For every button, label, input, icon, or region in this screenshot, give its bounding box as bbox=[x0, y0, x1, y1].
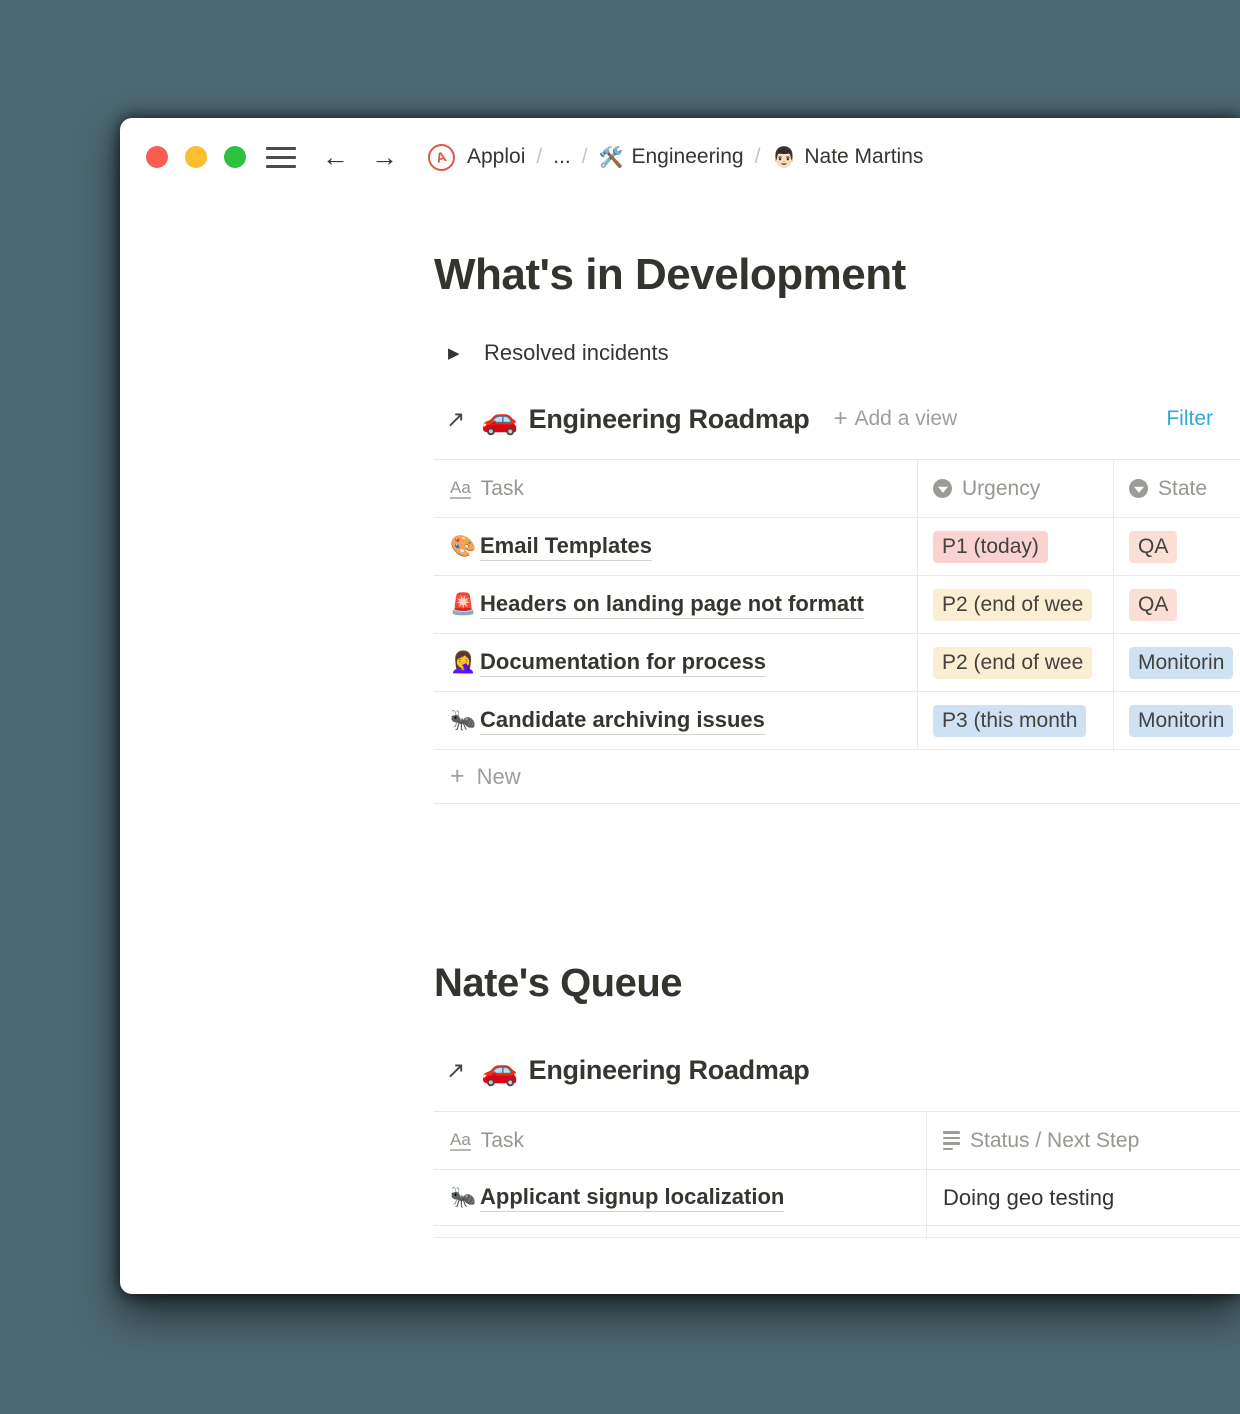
traffic-light-zoom[interactable] bbox=[224, 146, 246, 168]
forward-arrow-icon[interactable]: → bbox=[371, 143, 398, 171]
urgency-pill: P2 (end of wee bbox=[933, 588, 1093, 621]
toggle-label: Resolved incidents bbox=[484, 340, 669, 365]
ant-emoji-icon: 🐜 bbox=[450, 1185, 477, 1209]
plus-icon: + bbox=[450, 762, 465, 790]
state-cell[interactable]: Monitorin bbox=[1113, 692, 1240, 749]
breadcrumb-nate-martins[interactable]: 👨🏻 Nate Martins bbox=[771, 145, 923, 170]
new-row-button[interactable]: + New bbox=[434, 750, 1240, 804]
plus-icon: + bbox=[833, 405, 848, 432]
task-cell: 🤦‍♀️ Documentation for process bbox=[434, 634, 917, 691]
task-cell: 🐜 Applicant signup localization bbox=[434, 1170, 926, 1225]
breadcrumb-engineering[interactable]: 🛠️ Engineering bbox=[599, 145, 744, 170]
select-property-icon bbox=[1129, 479, 1148, 498]
window-topbar: ← → A Apploi / ... / 🛠️ Engineering / 👨🏻… bbox=[146, 135, 1240, 179]
app-window: ← → A Apploi / ... / 🛠️ Engineering / 👨🏻… bbox=[120, 118, 1240, 1294]
task-page-link[interactable]: Applicant signup localization bbox=[480, 1184, 785, 1212]
task-column-header[interactable]: Aa Task bbox=[434, 460, 917, 517]
status-cell[interactable]: Doing geo testing bbox=[926, 1170, 1240, 1225]
breadcrumb-ellipsis[interactable]: ... bbox=[553, 145, 571, 169]
facepalm-emoji-icon: 🤦‍♀️ bbox=[450, 650, 477, 674]
queue-table: Aa Task Status / Next Step 🐜 Applicant s… bbox=[434, 1111, 1240, 1238]
state-pill: Monitorin bbox=[1129, 704, 1234, 737]
task-cell: 🎨 Email Templates bbox=[434, 518, 917, 575]
back-arrow-icon[interactable]: ← bbox=[322, 143, 349, 171]
page-title: What's in Development bbox=[434, 250, 906, 299]
table-row: 🚨 Headers on landing page not formatt P2… bbox=[434, 576, 1240, 634]
state-cell[interactable]: QA bbox=[1113, 518, 1240, 575]
select-property-icon bbox=[933, 479, 952, 498]
roadmap-database-title[interactable]: Engineering Roadmap bbox=[529, 404, 810, 435]
title-property-icon: Aa bbox=[450, 1130, 471, 1151]
roadmap-database-title[interactable]: Engineering Roadmap bbox=[529, 1055, 810, 1086]
task-cell: 🚨 Headers on landing page not formatt bbox=[434, 576, 917, 633]
urgency-cell[interactable]: P2 (end of wee bbox=[917, 634, 1113, 691]
breadcrumb-separator: / bbox=[754, 145, 761, 168]
breadcrumb-separator: / bbox=[581, 145, 588, 168]
task-page-link[interactable]: Candidate archiving issues bbox=[480, 707, 765, 735]
state-cell[interactable]: QA bbox=[1113, 576, 1240, 633]
state-pill: Monitorin bbox=[1129, 646, 1234, 679]
task-page-link[interactable]: Documentation for process bbox=[480, 649, 767, 677]
breadcrumb-separator: / bbox=[536, 145, 543, 168]
urgency-column-header[interactable]: Urgency bbox=[917, 460, 1113, 517]
table-row: 🐜 Applicant signup localization Doing ge… bbox=[434, 1170, 1240, 1226]
traffic-light-close[interactable] bbox=[146, 146, 168, 168]
table-row: 🐜 Candidate archiving issues P3 (this mo… bbox=[434, 692, 1240, 750]
table-row: 🎨 Email Templates P1 (today) QA bbox=[434, 518, 1240, 576]
ant-emoji-icon: 🐜 bbox=[450, 708, 477, 732]
table-row-partial bbox=[434, 1226, 1240, 1238]
title-property-icon: Aa bbox=[450, 478, 471, 499]
roadmap-database-header-2: ↗ 🚗 Engineering Roadmap bbox=[434, 1048, 1240, 1092]
toggle-arrow-icon[interactable]: ▶ bbox=[448, 344, 472, 362]
traffic-light-minimize[interactable] bbox=[185, 146, 207, 168]
text-property-icon bbox=[943, 1131, 960, 1150]
task-column-header[interactable]: Aa Task bbox=[434, 1112, 926, 1169]
status-text: Doing geo testing bbox=[943, 1184, 1115, 1210]
task-cell: 🐜 Candidate archiving issues bbox=[434, 692, 917, 749]
table-row: 🤦‍♀️ Documentation for process P2 (end o… bbox=[434, 634, 1240, 692]
sidebar-menu-icon[interactable] bbox=[266, 146, 296, 168]
task-page-link[interactable]: Email Templates bbox=[480, 533, 652, 561]
urgency-cell[interactable]: P1 (today) bbox=[917, 518, 1113, 575]
nates-queue-title: Nate's Queue bbox=[434, 961, 683, 1005]
urgency-pill: P3 (this month bbox=[933, 704, 1087, 737]
status-column-header[interactable]: Status / Next Step bbox=[926, 1112, 1240, 1169]
urgency-pill: P2 (end of wee bbox=[933, 646, 1093, 679]
breadcrumb-workspace[interactable]: Apploi bbox=[467, 145, 525, 169]
filter-button[interactable]: Filter bbox=[1166, 407, 1213, 431]
roadmap-table: Aa Task Urgency State 🎨 Email Templates bbox=[434, 459, 1240, 804]
state-column-header[interactable]: State bbox=[1113, 460, 1240, 517]
state-pill: QA bbox=[1129, 588, 1178, 621]
table-header-row: Aa Task Urgency State bbox=[434, 460, 1240, 518]
state-pill: QA bbox=[1129, 530, 1178, 563]
urgency-cell[interactable]: P3 (this month bbox=[917, 692, 1113, 749]
resolved-incidents-toggle[interactable]: ▶ Resolved incidents bbox=[434, 338, 1240, 368]
add-view-button[interactable]: + Add a view bbox=[833, 405, 957, 433]
palette-emoji-icon: 🎨 bbox=[450, 534, 477, 558]
table-header-row: Aa Task Status / Next Step bbox=[434, 1112, 1240, 1170]
tools-emoji-icon: 🛠️ bbox=[598, 146, 624, 169]
open-in-page-arrow-icon[interactable]: ↗ bbox=[446, 1057, 465, 1084]
apploi-logo-icon: A bbox=[428, 143, 455, 171]
siren-emoji-icon: 🚨 bbox=[450, 592, 477, 616]
urgency-cell[interactable]: P2 (end of wee bbox=[917, 576, 1113, 633]
car-emoji-icon: 🚗 bbox=[481, 402, 519, 436]
state-cell[interactable]: Monitorin bbox=[1113, 634, 1240, 691]
roadmap-database-header: ↗ 🚗 Engineering Roadmap + Add a view Fil… bbox=[434, 397, 1240, 441]
man-face-emoji-icon: 👨🏻 bbox=[771, 146, 797, 169]
urgency-pill: P1 (today) bbox=[933, 530, 1048, 563]
open-in-page-arrow-icon[interactable]: ↗ bbox=[446, 406, 465, 433]
breadcrumb: Apploi / ... / 🛠️ Engineering / 👨🏻 Nate … bbox=[467, 145, 923, 170]
task-page-link[interactable]: Headers on landing page not formatt bbox=[480, 591, 864, 619]
car-emoji-icon: 🚗 bbox=[481, 1053, 519, 1087]
